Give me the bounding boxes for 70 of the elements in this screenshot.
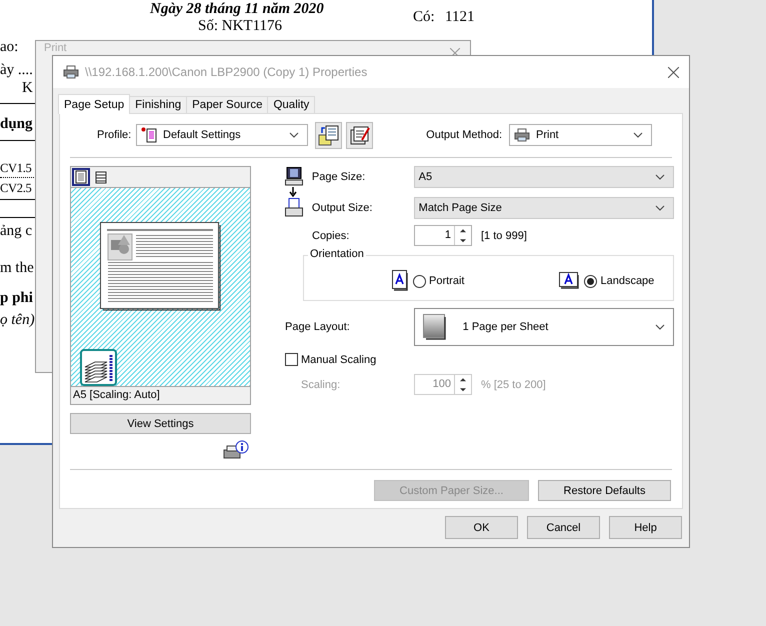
collate-icon	[80, 349, 117, 386]
landscape-icon	[559, 272, 582, 290]
document-icon	[141, 127, 157, 143]
document-text: ao:	[0, 38, 18, 56]
field-label: Scaling:	[301, 378, 342, 390]
down-arrow-icon	[289, 187, 297, 197]
tab[interactable]: Page Setup	[58, 94, 130, 114]
tab[interactable]: Finishing	[129, 96, 188, 113]
caret-icon	[655, 174, 665, 180]
printer-icon	[514, 128, 530, 142]
dialog-title: Print	[44, 42, 67, 55]
help-button[interactable]: Help	[609, 516, 682, 539]
ok-button[interactable]: OK	[445, 516, 518, 539]
import-profile-button[interactable]	[315, 122, 342, 148]
document-text: CV1.5	[0, 160, 32, 177]
caret-icon	[655, 324, 665, 330]
checkbox-label: Manual Scaling	[301, 354, 376, 366]
document-text: Ngày 28 tháng 11 năm 2020	[150, 0, 324, 18]
field-label: Profile:	[97, 129, 132, 141]
computer-icon	[285, 166, 303, 186]
option-label: Landscape	[600, 275, 654, 287]
document-text: 1121	[445, 8, 474, 26]
range-hint: % [25 to 200]	[481, 378, 546, 390]
document-text: ọ tên)	[0, 311, 35, 329]
output-method-dropdown[interactable]: Print	[509, 124, 652, 146]
document-text: CV2.5	[0, 180, 32, 197]
page-layout-dropdown[interactable]: 1 Page per Sheet	[414, 308, 674, 346]
profile-dropdown[interactable]: Default Settings	[136, 124, 308, 146]
restore-defaults-button[interactable]: Restore Defaults	[538, 480, 671, 501]
view-settings-button[interactable]: View Settings	[70, 413, 251, 434]
caret-icon	[289, 132, 299, 138]
page-size-dropdown[interactable]: A5	[414, 166, 674, 188]
document-text: dụng	[0, 115, 33, 133]
tab[interactable]: Quality	[267, 96, 316, 113]
caret-icon	[655, 204, 665, 210]
folder-icon	[318, 124, 340, 146]
close-icon[interactable]	[668, 66, 679, 78]
document-text: Số: NKT1176	[198, 17, 282, 35]
field-label: Copies:	[312, 230, 350, 242]
document-text: K	[22, 79, 33, 97]
printer-icon	[63, 65, 79, 79]
cancel-button[interactable]: Cancel	[527, 516, 600, 539]
page-icon	[422, 314, 447, 340]
pencil-icon	[348, 124, 370, 146]
group-title: Orientation	[308, 248, 366, 260]
radio-button[interactable]	[413, 274, 426, 288]
option-label: Portrait	[429, 275, 464, 287]
checkbox[interactable]	[285, 353, 298, 366]
dialog-title: \\192.168.1.200\Canon LBP2900 (Copy 1) Properties	[85, 65, 368, 79]
document-text: p phi	[0, 289, 33, 307]
printer-icon	[285, 198, 303, 218]
document-text: m the	[0, 259, 34, 277]
document-text: ày ....	[0, 61, 33, 79]
tab[interactable]: Paper Source	[186, 96, 268, 113]
range-hint: [1 to 999]	[481, 230, 527, 242]
document-text: ảng c	[0, 222, 32, 240]
caret-icon	[633, 132, 643, 138]
printer-info-icon[interactable]	[223, 440, 250, 461]
page-view-button[interactable]	[72, 168, 90, 186]
output-size-dropdown[interactable]: Match Page Size	[414, 196, 674, 218]
radio-button[interactable]	[584, 274, 598, 288]
copies-spinbox[interactable]: 1	[414, 225, 472, 246]
document-text: Có:	[413, 8, 435, 26]
field-label: Output Size:	[312, 202, 374, 214]
preview-caption: A5 [Scaling: Auto]	[71, 387, 250, 404]
field-label: Page Size:	[312, 170, 366, 182]
field-label: Page Layout:	[285, 321, 351, 333]
edit-profile-button[interactable]	[346, 122, 373, 148]
field-label: Output Method:	[426, 129, 502, 141]
portrait-icon	[392, 270, 410, 292]
